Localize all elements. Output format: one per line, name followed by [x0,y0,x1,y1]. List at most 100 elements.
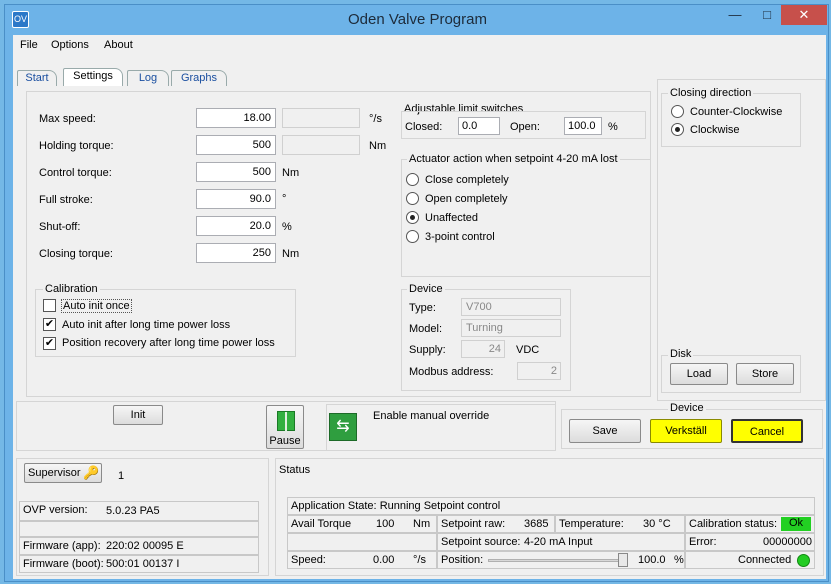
connected-indicator-icon [797,554,810,567]
pause-button[interactable]: Pause [266,405,304,449]
ovp-version-row: OVP version: 5.0.23 PA5 [19,501,259,521]
speed-cell: Speed: 0.00 °/s [287,551,437,569]
full-stroke-field[interactable]: 90.0 [196,189,276,209]
position-slider-track [488,559,628,562]
holding-torque-label: Holding torque: [39,140,114,152]
control-torque-field[interactable]: 500 [196,162,276,182]
radio-clockwise[interactable] [671,123,684,136]
disk-title: Disk [668,348,694,360]
error-value: 00000000 [763,536,812,548]
tab-settings[interactable]: Settings [63,68,123,86]
tab-log[interactable]: Log [127,70,169,86]
shut-off-label: Shut-off: [39,221,81,233]
setpoint-raw-label: Setpoint raw: [441,518,506,530]
ovp-version-value: 5.0.23 PA5 [106,505,160,517]
device-type-label: Type: [409,302,436,314]
app-state-label: Application State: [291,500,377,512]
position-recovery-checkbox[interactable]: ✔ [43,337,56,350]
status-title: Status [279,464,311,476]
device-model-label: Model: [409,323,443,335]
temperature-value: 30 °C [643,518,671,530]
closing-direction-group [661,93,801,147]
speed-value: 0.00 [373,554,395,566]
save-button[interactable]: Save [569,419,641,443]
shut-off-field[interactable]: 20.0 [196,216,276,236]
close-completely-label[interactable]: Close completely [425,174,509,186]
counter-clockwise-label[interactable]: Counter-Clockwise [690,106,782,118]
init-button[interactable]: Init [113,405,163,425]
avail-torque-value: 100 [376,518,395,530]
holding-torque-field[interactable]: 500 [196,135,276,155]
store-button[interactable]: Store [736,363,794,385]
device-model-field: Turning [461,319,561,337]
calibration-title: Calibration [43,283,100,295]
auto-init-once-label[interactable]: Auto init once [61,299,132,313]
firmware-boot-value: 500:01 00137 I [106,558,180,570]
ovp-version-label: OVP version: [23,504,88,516]
firmware-boot-row: Firmware (boot): 500:01 00137 I [19,555,259,573]
app-state-row: Application State: Running Setpoint cont… [287,497,815,515]
supervisor-button[interactable]: Supervisor 🔑 [24,463,102,483]
close-button[interactable]: ✕ [781,5,827,25]
menu-about[interactable]: About [104,39,133,51]
tab-start[interactable]: Start [17,70,57,86]
speed-unit: °/s [413,554,426,566]
actuator-action-title: Actuator action when setpoint 4-20 mA lo… [407,153,620,165]
modbus-address-label: Modbus address: [409,366,494,378]
setpoint-raw-cell: Setpoint raw: 3685 [437,515,555,533]
verkstall-button[interactable]: Verkställ [650,419,722,443]
device-info-title: Device [407,283,445,295]
max-speed-label: Max speed: [39,113,96,125]
closing-torque-label: Closing torque: [39,248,113,260]
maximize-button[interactable]: □ [753,5,781,25]
radio-3-point-control[interactable] [406,230,419,243]
device-actions-title: Device [668,402,706,414]
title-bar: OV Oden Valve Program — □ ✕ [5,5,830,35]
tab-graphs[interactable]: Graphs [171,70,227,86]
load-button[interactable]: Load [670,363,728,385]
limit-open-field[interactable]: 100.0 [564,117,602,135]
calibration-status-label: Calibration status: [689,518,778,530]
error-cell: Error: 00000000 [685,533,815,551]
position-label: Position: [441,554,484,566]
position-cell: Position: 100.0 % [437,551,685,569]
radio-unaffected[interactable] [406,211,419,224]
supervisor-label: Supervisor [28,467,81,479]
clockwise-label[interactable]: Clockwise [690,124,740,136]
version-spacer [19,521,259,537]
position-unit: % [674,554,684,566]
menu-file[interactable]: File [20,39,38,51]
limit-unit: % [608,121,618,133]
control-torque-unit: Nm [282,167,300,179]
avail-torque-label: Avail Torque [291,518,352,530]
limit-closed-field[interactable]: 0.0 [458,117,500,135]
closing-torque-unit: Nm [282,248,300,260]
cancel-button[interactable]: Cancel [731,419,803,443]
position-slider-thumb[interactable] [618,553,628,567]
auto-init-power-loss-checkbox[interactable]: ✔ [43,318,56,331]
radio-close-completely[interactable] [406,173,419,186]
unaffected-label[interactable]: Unaffected [425,212,478,224]
auto-init-power-loss-label[interactable]: Auto init after long time power loss [62,319,230,331]
manual-override-icon[interactable]: ⇆ [329,413,357,441]
pause-label: Pause [269,435,301,447]
auto-init-once-checkbox[interactable] [43,299,56,312]
menu-options[interactable]: Options [51,39,89,51]
temperature-cell: Temperature: 30 °C [555,515,685,533]
minimize-button[interactable]: — [721,5,749,25]
position-value: 100.0 [638,554,666,566]
setpoint-source-label: Setpoint source: [441,536,521,548]
holding-torque-aux [282,135,360,155]
closing-torque-field[interactable]: 250 [196,243,276,263]
limit-closed-label: Closed: [405,121,443,133]
shut-off-unit: % [282,221,292,233]
open-completely-label[interactable]: Open completely [425,193,508,205]
limit-open-label: Open: [510,121,540,133]
max-speed-field[interactable]: 18.00 [196,108,276,128]
radio-counter-clockwise[interactable] [671,105,684,118]
avail-torque-unit: Nm [413,518,431,530]
radio-open-completely[interactable] [406,192,419,205]
app-state-value: Running Setpoint control [379,500,501,512]
3-point-control-label[interactable]: 3-point control [425,231,495,243]
position-recovery-label[interactable]: Position recovery after long time power … [62,337,275,349]
